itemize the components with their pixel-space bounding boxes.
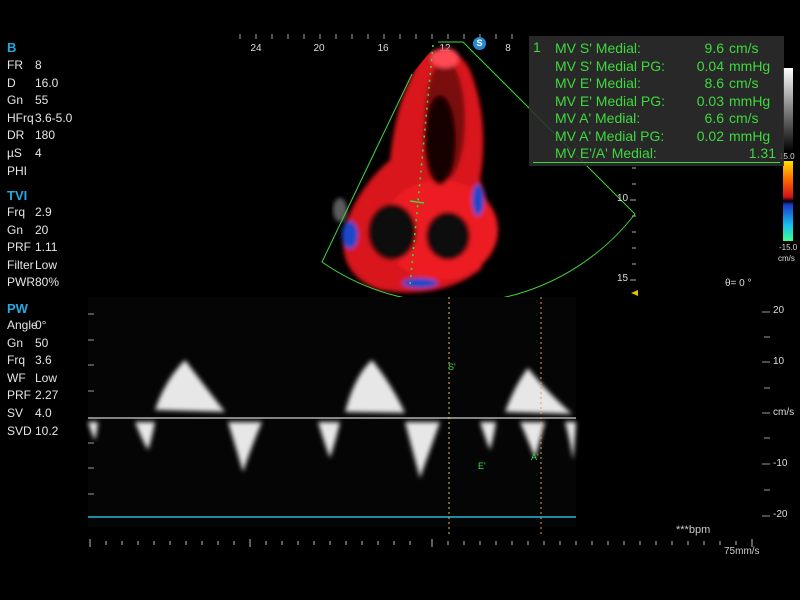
measurement-value: 8.6 — [704, 75, 724, 91]
measurement-label: MV E'/A' Medial: — [555, 145, 657, 161]
depth-label: 15 — [617, 273, 629, 284]
measurement-row: MV E' Medial PG: 0.03 mmHg — [529, 92, 784, 110]
measurement-value: 6.6 — [704, 110, 724, 126]
sweep-speed-label: 75mm/s — [724, 546, 760, 557]
measurement-row: MV S' Medial PG: 0.04 mmHg — [529, 57, 784, 75]
measurement-divider — [533, 162, 780, 163]
measurement-label: MV S' Medial: — [555, 40, 641, 56]
a-prime-marker: A' — [531, 452, 539, 462]
heart-rate-label: ***bpm — [676, 524, 711, 536]
measurement-value: 9.6 — [704, 40, 724, 56]
measurement-value: 0.04 — [696, 57, 724, 74]
measurement-row: MV A' Medial: 6.6 cm/s — [529, 109, 784, 127]
velocity-scale-label: 20 — [773, 305, 785, 316]
ultrasound-screen: { "b_mode": { "title": "B", "params": [ … — [0, 0, 800, 600]
measurement-label: MV A' Medial PG: — [555, 127, 665, 144]
measurement-value: 0.02 — [696, 127, 724, 144]
measurement-unit: mmHg — [729, 57, 771, 74]
measurement-row: MV E'/A' Medial: 1.31 — [529, 144, 784, 162]
measurement-value: 0.03 — [696, 92, 724, 109]
top-scale-ticks — [239, 34, 513, 39]
measurement-label: MV S' Medial PG: — [555, 57, 666, 74]
measurement-label: MV E' Medial: — [555, 75, 641, 91]
measurement-results: 1 MV S' Medial: 9.6 cm/s MV S' Medial PG: 0.… — [529, 36, 784, 166]
measurement-unit: mmHg — [729, 92, 771, 109]
color-bar-bottom-label: -15.0 — [779, 243, 798, 252]
gray-map-bar — [783, 68, 793, 152]
probe-orientation-icon: S — [473, 37, 486, 50]
measurement-row: MV A' Medial PG: 0.02 mmHg — [529, 127, 784, 145]
measurement-value: 1.31 — [748, 145, 776, 161]
theta-label: θ= 0 ° — [725, 278, 752, 289]
measurement-unit: cm/s — [729, 75, 759, 91]
tvi-color-bar — [783, 161, 793, 241]
time-axis — [89, 539, 753, 547]
depth-label: 10 — [617, 193, 629, 204]
s-prime-marker: S' — [448, 362, 456, 372]
focus-marker-icon — [631, 290, 638, 296]
e-prime-marker: E' — [478, 461, 486, 471]
measurement-unit: cm/s — [729, 40, 759, 56]
velocity-scale-label: -20 — [773, 509, 788, 520]
doppler-spectrum — [88, 297, 770, 537]
measurement-unit: cm/s — [729, 110, 759, 126]
measurement-label: MV E' Medial PG: — [555, 92, 666, 109]
measurement-row: MV S' Medial: 9.6 cm/s — [529, 39, 784, 57]
measurement-row: MV E' Medial: 8.6 cm/s — [529, 74, 784, 92]
measurement-label: MV A' Medial: — [555, 110, 641, 126]
velocity-scale-label: 10 — [773, 356, 785, 367]
velocity-scale-label: -10 — [773, 458, 788, 469]
color-bar-unit: cm/s — [778, 254, 795, 263]
velocity-scale-unit: cm/s — [773, 407, 795, 418]
measurement-unit: mmHg — [729, 127, 771, 144]
